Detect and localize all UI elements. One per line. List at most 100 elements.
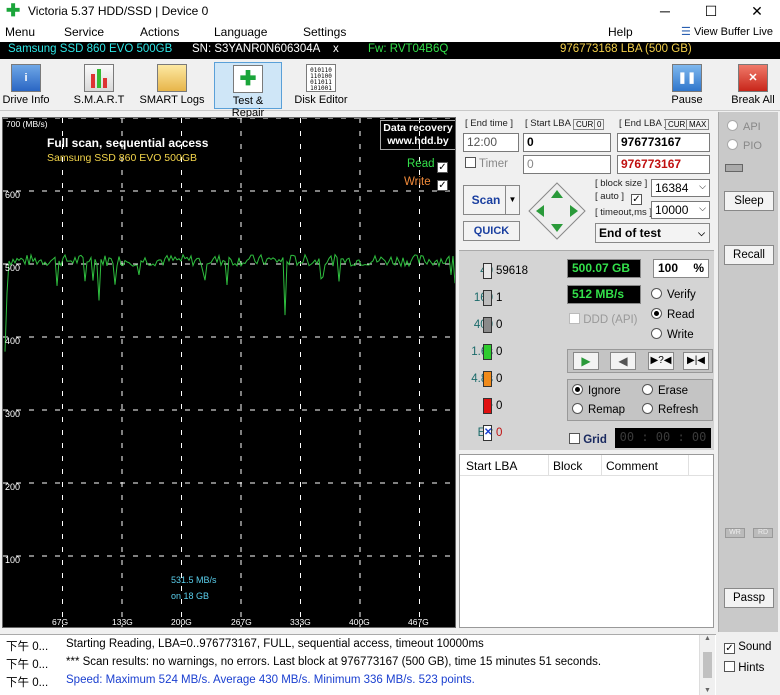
end-cur-button[interactable]: CUR xyxy=(665,119,689,130)
hints-label: Hints xyxy=(738,662,765,674)
x-tick-267g: 267G xyxy=(231,617,252,627)
end-lba-field[interactable]: 976773167 xyxy=(617,155,710,174)
scan-dropdown[interactable]: ▼ xyxy=(505,185,520,215)
hints-checkbox[interactable]: Hints xyxy=(724,661,764,674)
block-size-text: block size xyxy=(600,178,642,189)
col-divider xyxy=(601,455,602,476)
drive-info-bar: Samsung SSD 860 EVO 500GB SN: S3YANR0N60… xyxy=(0,42,780,59)
write-radio[interactable]: Write xyxy=(651,328,694,341)
minimize-button[interactable]: ─ xyxy=(642,0,688,23)
y-axis-max-label: 700 (MB/s) xyxy=(6,119,48,129)
ddd-api-checkbox[interactable]: DDD (API) xyxy=(569,313,638,326)
quick-button[interactable]: QUICK xyxy=(463,221,520,241)
grid-checkbox[interactable]: Grid xyxy=(569,433,607,446)
ignore-radio[interactable]: Ignore xyxy=(572,384,621,397)
sleep-button[interactable]: Sleep xyxy=(724,191,774,211)
start-cur-button[interactable]: CUR xyxy=(573,119,597,130)
end-of-test-select[interactable]: End of test ⌵ xyxy=(595,223,710,243)
end-lba-text: End LBA xyxy=(624,118,662,129)
start-zero-button[interactable]: 0 xyxy=(594,119,605,130)
start-lba-input[interactable]: 0 xyxy=(523,133,611,152)
refresh-radio-dot xyxy=(642,403,653,414)
remap-radio[interactable]: Remap xyxy=(572,403,625,416)
timeout-select[interactable]: 10000 ⌵ xyxy=(651,201,710,219)
stats-panel: 4059618160140001.6s04.8s0>0Err✕0 500.07 … xyxy=(459,250,714,450)
drive-info-button[interactable]: i Drive Info xyxy=(0,62,52,109)
end-time-label: [ End time ] xyxy=(465,118,514,129)
ignore-radio-dot xyxy=(572,384,583,395)
timer-input[interactable]: 0 xyxy=(523,155,611,174)
smart-logs-button[interactable]: SMART Logs xyxy=(139,62,205,109)
auto-text: auto xyxy=(600,191,619,202)
skip-end-button[interactable]: ▶|◀ xyxy=(683,352,709,370)
read-checkbox[interactable] xyxy=(437,158,448,173)
skip-back-icon: ▶?◀ xyxy=(650,355,672,366)
view-buffer-live[interactable]: ☰ View Buffer Live xyxy=(681,25,773,38)
passp-button[interactable]: Passp xyxy=(724,588,774,608)
break-all-button[interactable]: ✕ Break All xyxy=(728,62,778,109)
skip-back-button[interactable]: ▶?◀ xyxy=(648,352,674,370)
menu-item-help[interactable]: Help xyxy=(608,25,633,39)
scroll-down-icon: ▼ xyxy=(704,687,711,694)
end-time-input[interactable]: 12:00 xyxy=(463,133,519,152)
col-block[interactable]: Block xyxy=(553,459,582,473)
refresh-radio[interactable]: Refresh xyxy=(642,403,698,416)
stop-icon: ✕ xyxy=(738,64,768,92)
pause-icon: ❚❚ xyxy=(672,64,702,92)
disk-editor-button[interactable]: 010110 110100 011011 101001 Disk Editor xyxy=(292,62,350,109)
y-tick-600: 600 xyxy=(5,190,21,200)
pause-button[interactable]: ❚❚ Pause xyxy=(667,62,707,109)
menu-item-menu[interactable]: Menu xyxy=(5,25,35,39)
speed-graph: 700 (MB/s) 600 500 400 300 200 100 67G 1… xyxy=(2,117,456,628)
ignore-label: Ignore xyxy=(588,385,621,397)
pio-radio[interactable]: PIO xyxy=(727,139,762,152)
list-icon: ☰ xyxy=(681,26,691,38)
api-radio[interactable]: API xyxy=(727,120,761,133)
timeout-label: [ timeout,ms ] xyxy=(595,207,653,218)
col-comment[interactable]: Comment xyxy=(606,459,658,473)
rewind-button[interactable]: ◀ xyxy=(610,352,636,370)
latency-swatch xyxy=(483,263,492,279)
auto-checkbox[interactable] xyxy=(631,190,642,205)
latency-swatch xyxy=(483,290,492,306)
latency-stats: 4059618160140001.6s04.8s0>0Err✕0 xyxy=(459,251,569,451)
recall-button[interactable]: Recall xyxy=(724,245,774,265)
break-all-label: Break All xyxy=(731,94,775,106)
playback-controls: ▶ ◀ ▶?◀ ▶|◀ xyxy=(567,349,713,373)
close-drive-button[interactable]: x xyxy=(333,43,339,55)
verify-radio[interactable]: Verify xyxy=(651,288,696,301)
promo-line2: www.hdd.by xyxy=(387,135,449,147)
play-icon: ▶ xyxy=(581,354,591,368)
read-radio[interactable]: Read xyxy=(651,308,695,321)
direction-pad[interactable] xyxy=(527,181,587,241)
data-recovery-link[interactable]: Data recovery www.hdd.by xyxy=(380,120,455,150)
info-icon: i xyxy=(11,64,41,92)
write-checkbox[interactable] xyxy=(437,176,448,191)
close-button[interactable]: ✕ xyxy=(734,0,780,23)
end-max-button[interactable]: MAX xyxy=(686,119,710,130)
scroll-thumb[interactable] xyxy=(703,652,712,678)
timer-checkbox[interactable]: Timer xyxy=(465,157,508,170)
maximize-button[interactable]: ☐ xyxy=(688,0,734,23)
menu-item-service[interactable]: Service xyxy=(64,25,104,39)
play-button[interactable]: ▶ xyxy=(573,352,599,370)
log-row: 下午 0... *** Scan results: no warnings, no… xyxy=(0,656,700,674)
block-size-select[interactable]: 16384 ⌵ xyxy=(651,179,710,197)
scan-button[interactable]: Scan xyxy=(463,185,509,215)
log-scrollbar[interactable]: ▲ ▼ xyxy=(699,635,715,695)
menu-item-settings[interactable]: Settings xyxy=(303,25,346,39)
col-start-lba[interactable]: Start LBA xyxy=(466,459,517,473)
remap-radio-dot xyxy=(572,403,583,414)
disk-editor-label: Disk Editor xyxy=(294,94,348,106)
menu-item-language[interactable]: Language xyxy=(214,25,267,39)
sound-checkbox[interactable]: Sound xyxy=(724,641,771,654)
test-repair-button[interactable]: ✚ Test & Repair xyxy=(214,62,282,119)
col-divider xyxy=(548,455,549,476)
pause-label: Pause xyxy=(671,94,703,106)
erase-radio[interactable]: Erase xyxy=(642,384,688,397)
erase-radio-dot xyxy=(642,384,653,395)
end-lba-input[interactable]: 976773167 xyxy=(617,133,710,152)
smart-button[interactable]: S.M.A.R.T xyxy=(70,62,128,109)
read-label: Read xyxy=(667,309,695,321)
menu-item-actions[interactable]: Actions xyxy=(140,25,179,39)
